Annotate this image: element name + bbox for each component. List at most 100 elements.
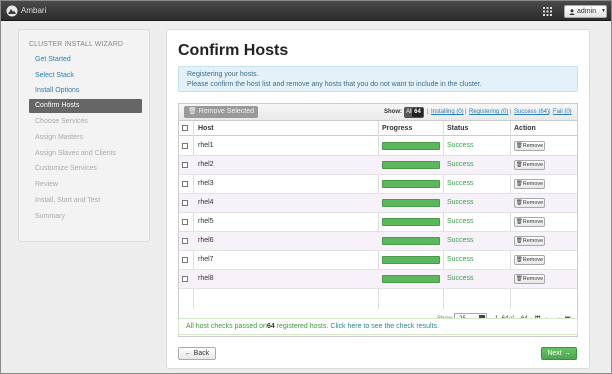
sidebar-item-review: Review [35, 181, 58, 188]
trash-icon: 🗑 [515, 200, 523, 206]
select-all-checkbox[interactable] [182, 125, 188, 131]
table-row: rhel2 Success 🗑Remove [179, 156, 577, 175]
trash-icon: 🗑 [515, 162, 523, 168]
row-checkbox[interactable] [182, 276, 188, 282]
filter-success[interactable]: Success (64) [514, 109, 549, 115]
filter-installing[interactable]: Installing (0) [431, 109, 464, 115]
host-checks-alert: All host checks passed on64 registered h… [178, 318, 578, 335]
trash-icon: 🗑 [515, 219, 523, 225]
sidebar-item-assign-slaves: Assign Slaves and Clients [35, 150, 116, 157]
col-action: Action [514, 125, 536, 132]
host-status[interactable]: Success [447, 161, 473, 168]
host-name: rhel7 [198, 256, 214, 263]
progress-bar [382, 237, 440, 245]
table-row: rhel1 Success 🗑Remove [179, 137, 577, 156]
filter-fail[interactable]: Fail (0) [553, 109, 572, 115]
col-host[interactable]: Host [198, 125, 214, 132]
row-checkbox[interactable] [182, 143, 188, 149]
back-button[interactable]: ← Back [178, 347, 216, 360]
sidebar-item-get-started[interactable]: Get Started [29, 53, 142, 67]
filter-separator: | [465, 109, 467, 115]
top-navbar: Ambari admin ▼ [1, 1, 611, 21]
filter-all[interactable]: All 64 [404, 107, 424, 118]
progress-bar [382, 199, 440, 207]
checks-prefix: All host checks passed on [186, 323, 267, 330]
host-name: rhel8 [198, 275, 214, 282]
hosts-table: 🗑 Remove Selected Show: All 64 | Install… [178, 103, 578, 337]
remove-label: Remove [522, 219, 544, 225]
checks-suffix: registered hosts. [274, 323, 329, 330]
filter-registering[interactable]: Registering (0) [469, 109, 508, 115]
remove-label: Remove [522, 257, 544, 263]
row-checkbox[interactable] [182, 219, 188, 225]
page-title: Confirm Hosts [178, 42, 289, 59]
table-toolbar: 🗑 Remove Selected Show: All 64 | Install… [179, 104, 577, 121]
filter-separator: | [510, 109, 512, 115]
sidebar-item-select-stack[interactable]: Select Stack [29, 69, 142, 83]
table-row: rhel3 Success 🗑Remove [179, 175, 577, 194]
host-name: rhel5 [198, 218, 214, 225]
host-status[interactable]: Success [447, 142, 473, 149]
host-status[interactable]: Success [447, 218, 473, 225]
checks-count: 64 [266, 323, 275, 330]
table-row: rhel5 Success 🗑Remove [179, 213, 577, 232]
progress-bar [382, 256, 440, 264]
sidebar-title: CLUSTER INSTALL WIZARD [29, 41, 123, 48]
remove-host-button[interactable]: 🗑Remove [514, 198, 545, 208]
info-alert: Registering your hosts. Please confirm t… [178, 66, 578, 92]
remove-label: Remove [522, 181, 544, 187]
remove-host-button[interactable]: 🗑Remove [514, 179, 545, 189]
sidebar-item-choose-services: Choose Services [35, 118, 88, 125]
row-checkbox[interactable] [182, 181, 188, 187]
main-panel: Confirm Hosts Registering your hosts. Pl… [166, 29, 590, 369]
table-row: rhel6 Success 🗑Remove [179, 232, 577, 251]
remove-host-button[interactable]: 🗑Remove [514, 141, 545, 151]
trash-icon: 🗑 [187, 108, 197, 115]
info-line-1: Registering your hosts. [187, 71, 259, 78]
chevron-down-icon: ▼ [601, 8, 606, 14]
remove-host-button[interactable]: 🗑Remove [514, 160, 545, 170]
row-checkbox[interactable] [182, 257, 188, 263]
remove-host-button[interactable]: 🗑Remove [514, 217, 545, 227]
row-checkbox[interactable] [182, 200, 188, 206]
host-status[interactable]: Success [447, 180, 473, 187]
host-name: rhel4 [198, 199, 214, 206]
filter-separator: | [549, 109, 551, 115]
check-results-link[interactable]: Click here to see the check results. [330, 323, 439, 330]
remove-host-button[interactable]: 🗑Remove [514, 274, 545, 284]
host-name: rhel6 [198, 237, 214, 244]
next-button[interactable]: Next → [541, 347, 577, 360]
sidebar-item-install-options[interactable]: Install Options [29, 84, 142, 98]
host-status[interactable]: Success [447, 199, 473, 206]
host-status[interactable]: Success [447, 275, 473, 282]
remove-selected-button[interactable]: 🗑 Remove Selected [184, 106, 258, 118]
host-name: rhel3 [198, 180, 214, 187]
trash-icon: 🗑 [515, 238, 523, 244]
progress-bar [382, 142, 440, 150]
filter-show-label: Show: [384, 109, 402, 115]
row-checkbox[interactable] [182, 238, 188, 244]
trash-icon: 🗑 [515, 181, 523, 187]
sidebar-item-assign-masters: Assign Masters [35, 134, 83, 141]
progress-bar [382, 218, 440, 226]
services-grid-icon[interactable] [543, 7, 552, 16]
sidebar-item-confirm-hosts[interactable]: Confirm Hosts [29, 99, 142, 113]
remove-host-button[interactable]: 🗑Remove [514, 255, 545, 265]
user-name: admin [577, 8, 597, 15]
remove-label: Remove [522, 200, 544, 206]
progress-bar [382, 180, 440, 188]
remove-label: Remove [522, 276, 544, 282]
trash-icon: 🗑 [515, 276, 523, 282]
info-line-2: Please confirm the host list and remove … [187, 81, 482, 88]
filter-separator: | [427, 109, 429, 115]
remove-host-button[interactable]: 🗑Remove [514, 236, 545, 246]
progress-bar [382, 161, 440, 169]
col-status: Status [447, 125, 469, 132]
host-name: rhel2 [198, 161, 214, 168]
app-name[interactable]: Ambari [21, 6, 46, 15]
host-status[interactable]: Success [447, 256, 473, 263]
host-status[interactable]: Success [447, 237, 473, 244]
ambari-logo-icon[interactable] [6, 5, 18, 17]
user-menu-button[interactable]: admin ▼ [564, 5, 607, 18]
row-checkbox[interactable] [182, 162, 188, 168]
